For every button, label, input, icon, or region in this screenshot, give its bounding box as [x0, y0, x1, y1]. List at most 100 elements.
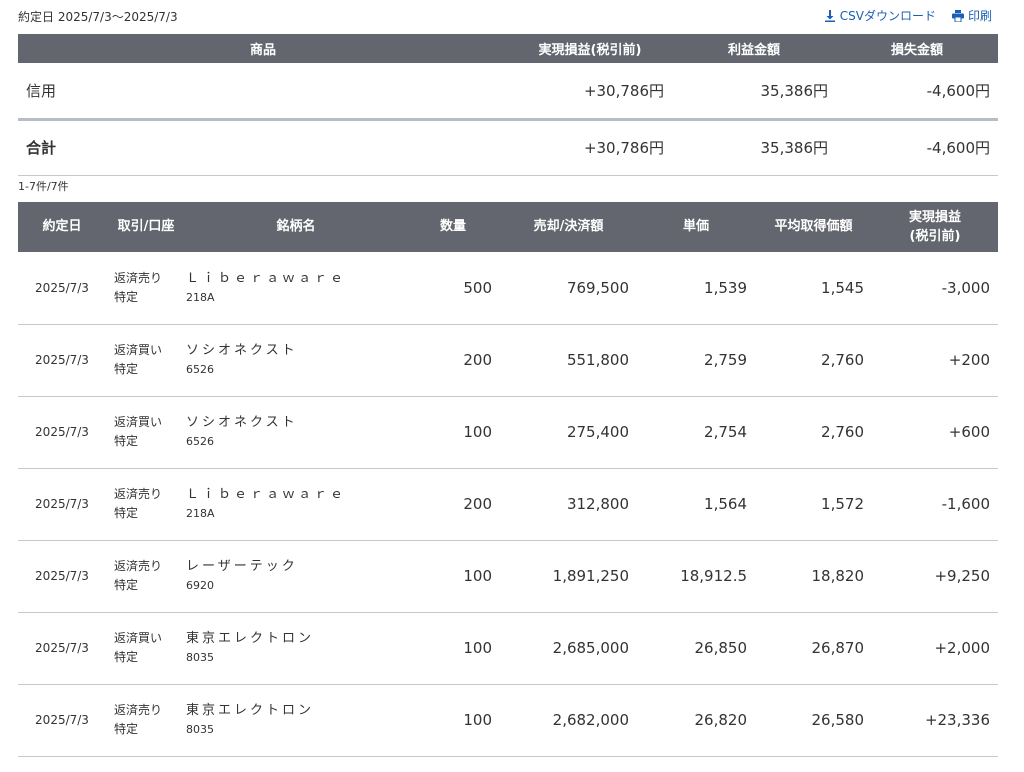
trade-date: 2025/7/3	[18, 252, 106, 325]
detail-table: 約定日 取引/口座 銘柄名 数量 売却/決済額 単価 平均取得価額 実現損益 (…	[18, 202, 998, 757]
avg-cost: 2,760	[755, 396, 872, 469]
table-row: 2025/7/3 返済買い 特定 東京エレクトロン 8035 100 2,685,000 26…	[18, 612, 998, 685]
summary-loss: -4,600円	[836, 63, 998, 121]
summary-col-pnl: 実現損益(税引前)	[508, 34, 672, 63]
stock-code: 8035	[186, 723, 214, 736]
trade-type: 返済買い	[114, 415, 163, 429]
summary-product: 信用	[18, 63, 508, 121]
result-count: 1-7件/7件	[18, 180, 69, 193]
account-type: 特定	[114, 650, 139, 664]
top-bar: 約定日 2025/7/3〜2025/7/3 CSVダウンロード 印刷	[18, 0, 998, 32]
trade-type: 返済売り	[114, 270, 163, 285]
unit-price: 18,912.5	[637, 540, 755, 613]
trade-date: 2025/7/3	[18, 468, 106, 541]
stock-name: Ｌｉｂｅｒａｗａｒｅ	[186, 270, 347, 286]
avg-cost: 2,760	[755, 324, 872, 397]
account-type: 特定	[114, 722, 139, 736]
trade-type-cell: 返済売り 特定	[106, 684, 186, 757]
stock-code: 6526	[186, 363, 214, 376]
csv-download-label: CSVダウンロード	[839, 9, 936, 23]
stock-cell: ソシオネクスト 6526	[186, 324, 406, 397]
stock-name: 東京エレクトロン	[186, 703, 315, 718]
stock-code: 8035	[186, 651, 214, 664]
account-type: 特定	[114, 578, 139, 592]
stock-cell: レーザーテック 6920	[186, 540, 406, 613]
realized-pnl: +2,000	[872, 612, 998, 685]
settlement-amount: 1,891,250	[500, 540, 637, 613]
stock-code: 218A	[186, 507, 215, 520]
trade-type: 返済買い	[114, 631, 163, 645]
stock-cell: Ｌｉｂｅｒａｗａｒｅ 218A	[186, 468, 406, 541]
col-quantity: 数量	[406, 202, 500, 252]
summary-total-label: 合計	[18, 119, 508, 176]
settlement-amount: 769,500	[500, 252, 637, 325]
print-link[interactable]: 印刷	[951, 7, 992, 24]
summary-pnl: +30,786円	[508, 63, 672, 121]
table-row: 2025/7/3 返済売り 特定 レーザーテック 6920 100 1,891,250 18,…	[18, 540, 998, 613]
col-unit-price: 単価	[637, 202, 755, 252]
trade-date: 2025/7/3	[18, 684, 106, 757]
summary-row-credit: 信用 +30,786円 35,386円 -4,600円	[18, 63, 998, 121]
quantity: 100	[406, 540, 500, 613]
stock-cell: ソシオネクスト 6526	[186, 396, 406, 469]
account-type: 特定	[114, 506, 139, 520]
table-row: 2025/7/3 返済買い 特定 ソシオネクスト 6526 200 551,800 2,759…	[18, 324, 998, 397]
stock-code: 6920	[186, 579, 214, 592]
stock-name: ソシオネクスト	[186, 415, 298, 430]
summary-col-loss: 損失金額	[836, 34, 998, 63]
avg-cost: 26,580	[755, 684, 872, 757]
account-type: 特定	[114, 289, 139, 304]
unit-price: 26,850	[637, 612, 755, 685]
stock-code: 218A	[186, 290, 215, 304]
trade-type: 返済売り	[114, 703, 163, 717]
stock-cell: 東京エレクトロン 8035	[186, 612, 406, 685]
stock-name: ソシオネクスト	[186, 343, 298, 358]
avg-cost: 18,820	[755, 540, 872, 613]
stock-cell: 東京エレクトロン 8035	[186, 684, 406, 757]
trade-type-cell: 返済売り 特定	[106, 252, 186, 325]
account-type: 特定	[114, 362, 139, 376]
table-row: 2025/7/3 返済売り 特定 東京エレクトロン 8035 100 2,682,000 26…	[18, 684, 998, 757]
quantity: 100	[406, 612, 500, 685]
trade-type: 返済売り	[114, 559, 163, 573]
summary-profit: 35,386円	[672, 63, 836, 121]
trade-date-range: 約定日 2025/7/3〜2025/7/3	[18, 10, 178, 24]
trade-type-cell: 返済売り 特定	[106, 468, 186, 541]
trade-type: 返済買い	[114, 343, 163, 357]
col-settlement-amount: 売却/決済額	[500, 202, 637, 252]
quantity: 500	[406, 252, 500, 325]
unit-price: 26,820	[637, 684, 755, 757]
trade-date: 2025/7/3	[18, 540, 106, 613]
stock-cell: Ｌｉｂｅｒａｗａｒｅ 218A	[186, 252, 406, 325]
col-realized-pnl: 実現損益 (税引前)	[872, 202, 998, 252]
realized-pnl: +200	[872, 324, 998, 397]
realized-pnl: +9,250	[872, 540, 998, 613]
detail-header-row: 約定日 取引/口座 銘柄名 数量 売却/決済額 単価 平均取得価額 実現損益 (…	[18, 202, 998, 252]
download-icon	[824, 9, 835, 22]
quantity: 100	[406, 684, 500, 757]
col-trade-date: 約定日	[18, 202, 106, 252]
stock-code: 6526	[186, 435, 214, 448]
realized-pnl: -1,600	[872, 468, 998, 541]
stock-name: レーザーテック	[186, 559, 298, 574]
settlement-amount: 551,800	[500, 324, 637, 397]
unit-price: 2,759	[637, 324, 755, 397]
avg-cost: 1,545	[755, 252, 872, 325]
printer-icon	[951, 9, 964, 22]
stock-name: Ｌｉｂｅｒａｗａｒｅ	[186, 487, 347, 502]
trade-type-cell: 返済買い 特定	[106, 396, 186, 469]
print-label: 印刷	[967, 9, 992, 23]
avg-cost: 26,870	[755, 612, 872, 685]
settlement-amount: 312,800	[500, 468, 637, 541]
summary-table: 商品 実現損益(税引前) 利益金額 損失金額 信用 +30,786円 35,38…	[18, 34, 998, 176]
table-row: 2025/7/3 返済売り 特定 Ｌｉｂｅｒａｗａｒｅ 218A 500 769,500 1,…	[18, 252, 998, 325]
csv-download-link[interactable]: CSVダウンロード	[824, 7, 936, 24]
table-row: 2025/7/3 返済買い 特定 ソシオネクスト 6526 100 275,400 2,754…	[18, 396, 998, 469]
unit-price: 2,754	[637, 396, 755, 469]
unit-price: 1,539	[637, 252, 755, 325]
summary-header-row: 商品 実現損益(税引前) 利益金額 損失金額	[18, 34, 998, 63]
actions: CSVダウンロード 印刷	[824, 7, 992, 24]
unit-price: 1,564	[637, 468, 755, 541]
settlement-amount: 275,400	[500, 396, 637, 469]
trade-type-cell: 返済買い 特定	[106, 324, 186, 397]
